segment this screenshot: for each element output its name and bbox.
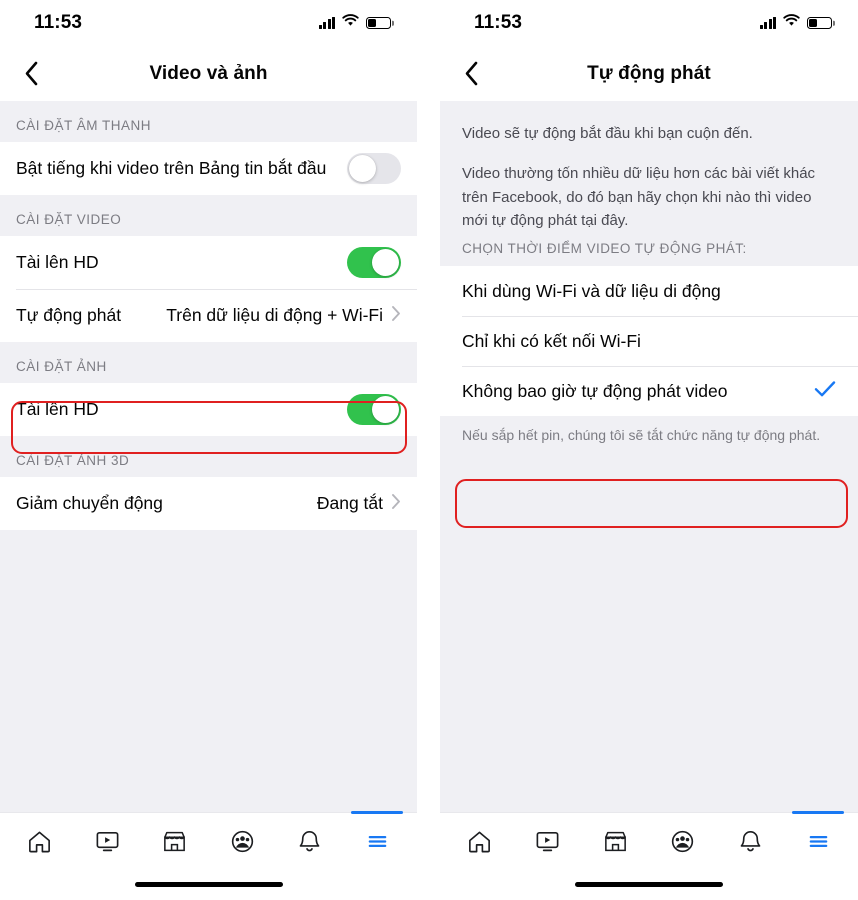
home-indicator-bar[interactable]: [575, 882, 723, 887]
nav-bar-right: Tự động phát: [440, 46, 858, 101]
battery-footnote: Nếu sắp hết pin, chúng tôi sẽ tắt chức n…: [440, 416, 858, 446]
status-time: 11:53: [474, 12, 523, 33]
left-settings-list: CÀI ĐẶT ÂM THANH Bật tiếng khi video trê…: [0, 101, 417, 812]
hamburger-menu-icon: [368, 835, 387, 847]
groups-tab[interactable]: [656, 816, 710, 866]
hamburger-menu-icon: [809, 835, 827, 847]
groups-icon: [231, 830, 253, 852]
status-time: 11:53: [34, 12, 83, 33]
status-indicators: [318, 14, 391, 32]
battery-icon: [366, 17, 391, 29]
battery-icon: [807, 17, 832, 29]
row-photo-upload-hd[interactable]: Tài lên HD: [0, 383, 417, 436]
right-phone-screen: 11:53 Tự động phát Video sẽ tự động bắt …: [440, 0, 858, 900]
status-indicators: [759, 14, 832, 32]
back-button[interactable]: [14, 57, 48, 91]
home-tab[interactable]: [13, 816, 67, 866]
option-label: Không bao giờ tự động phát video: [462, 380, 728, 401]
bell-icon: [299, 830, 320, 851]
row-label: Giảm chuyển động: [16, 492, 163, 513]
marketplace-tab[interactable]: [588, 816, 642, 866]
notifications-tab[interactable]: [723, 816, 777, 866]
row-label: Tài lên HD: [16, 251, 99, 272]
row-value: Trên dữ liệu di động + Wi-Fi: [166, 305, 383, 325]
check-icon: [814, 380, 836, 403]
page-title: Tự động phát: [587, 62, 711, 84]
description-block: Video sẽ tự động bắt đầu khi bạn cuộn đế…: [440, 101, 858, 232]
wifi-icon: [783, 14, 800, 32]
back-button[interactable]: [454, 57, 488, 91]
nav-bar-left: Video và ảnh: [0, 46, 417, 101]
video-tab[interactable]: [80, 816, 134, 866]
section-header-photo-3d: CÀI ĐẶT ẢNH 3D: [0, 436, 417, 477]
video-tab[interactable]: [520, 816, 574, 866]
tab-bar-right: [440, 811, 858, 869]
screen-divider-gap: [417, 0, 440, 900]
home-indicator-bar[interactable]: [134, 882, 283, 887]
row-value-group: Trên dữ liệu di động + Wi-Fi: [166, 305, 401, 327]
menu-tab[interactable]: [791, 811, 845, 866]
home-indicator-area-right: [440, 869, 858, 900]
home-tab[interactable]: [453, 816, 507, 866]
option-label: Chỉ khi có kết nối Wi-Fi: [462, 330, 641, 351]
groups-tab[interactable]: [215, 816, 269, 866]
section-header-video: CÀI ĐẶT VIDEO: [0, 195, 417, 236]
chevron-right-icon: [391, 493, 401, 515]
options-section-header: CHỌN THỜI ĐIỂM VIDEO TỰ ĐỘNG PHÁT:: [440, 232, 858, 266]
storefront-icon: [164, 831, 186, 851]
row-label: Tài lên HD: [16, 398, 99, 419]
row-value: Đang tắt: [316, 493, 383, 513]
chevron-left-icon: [25, 61, 37, 86]
description-paragraph-1: Video sẽ tự động bắt đầu khi bạn cuộn đế…: [462, 125, 753, 142]
row-sound-on-newsfeed[interactable]: Bật tiếng khi video trên Bảng tin bắt đầ…: [0, 142, 417, 195]
row-value-group: Đang tắt: [317, 493, 401, 515]
tab-bar-left: [0, 811, 417, 869]
menu-tab[interactable]: [350, 811, 404, 866]
toggle-video-upload-hd[interactable]: [347, 247, 401, 278]
home-icon: [469, 831, 491, 852]
option-wifi-and-cellular[interactable]: Khi dùng Wi-Fi và dữ liệu di động: [440, 266, 858, 316]
chevron-right-icon: [391, 305, 401, 327]
section-header-audio: CÀI ĐẶT ÂM THANH: [0, 101, 417, 142]
marketplace-tab[interactable]: [148, 816, 202, 866]
status-bar-left: 11:53: [0, 0, 417, 46]
video-play-icon: [96, 831, 119, 851]
description-paragraph-2: Video thường tốn nhiều dữ liệu hơn các b…: [462, 165, 816, 229]
section-header-photo: CÀI ĐẶT ẢNH: [0, 342, 417, 383]
option-never-autoplay[interactable]: Không bao giờ tự động phát video: [440, 366, 858, 416]
option-label: Khi dùng Wi-Fi và dữ liệu di động: [462, 280, 721, 301]
row-label: Bật tiếng khi video trên Bảng tin bắt đầ…: [16, 157, 327, 178]
home-icon: [29, 831, 51, 852]
home-indicator-area-left: [0, 869, 417, 900]
notifications-tab[interactable]: [283, 816, 337, 866]
cellular-signal-icon: [318, 17, 335, 29]
toggle-photo-upload-hd[interactable]: [347, 394, 401, 425]
dual-screenshot-container: 11:53 Video và ảnh CÀI ĐẶT ÂM THANH Bật …: [0, 0, 858, 900]
bell-icon: [740, 830, 761, 851]
page-title: Video và ảnh: [149, 62, 268, 84]
option-wifi-only[interactable]: Chỉ khi có kết nối Wi-Fi: [440, 316, 858, 366]
groups-icon: [672, 830, 694, 852]
cellular-signal-icon: [759, 17, 776, 29]
left-phone-screen: 11:53 Video và ảnh CÀI ĐẶT ÂM THANH Bật …: [0, 0, 417, 900]
highlight-box-never-autoplay-option: [455, 479, 848, 528]
row-label: Tự động phát: [16, 304, 122, 325]
row-video-upload-hd[interactable]: Tài lên HD: [0, 236, 417, 289]
autoplay-settings-list: Video sẽ tự động bắt đầu khi bạn cuộn đế…: [440, 101, 858, 812]
chevron-left-icon: [465, 61, 477, 86]
row-autoplay[interactable]: Tự động phát Trên dữ liệu di động + Wi-F…: [0, 289, 417, 342]
toggle-sound-on-newsfeed[interactable]: [347, 153, 401, 184]
row-reduce-motion[interactable]: Giảm chuyển động Đang tắt: [0, 477, 417, 530]
video-play-icon: [536, 831, 559, 851]
storefront-icon: [604, 831, 626, 851]
wifi-icon: [342, 14, 359, 32]
status-bar-right: 11:53: [440, 0, 858, 46]
